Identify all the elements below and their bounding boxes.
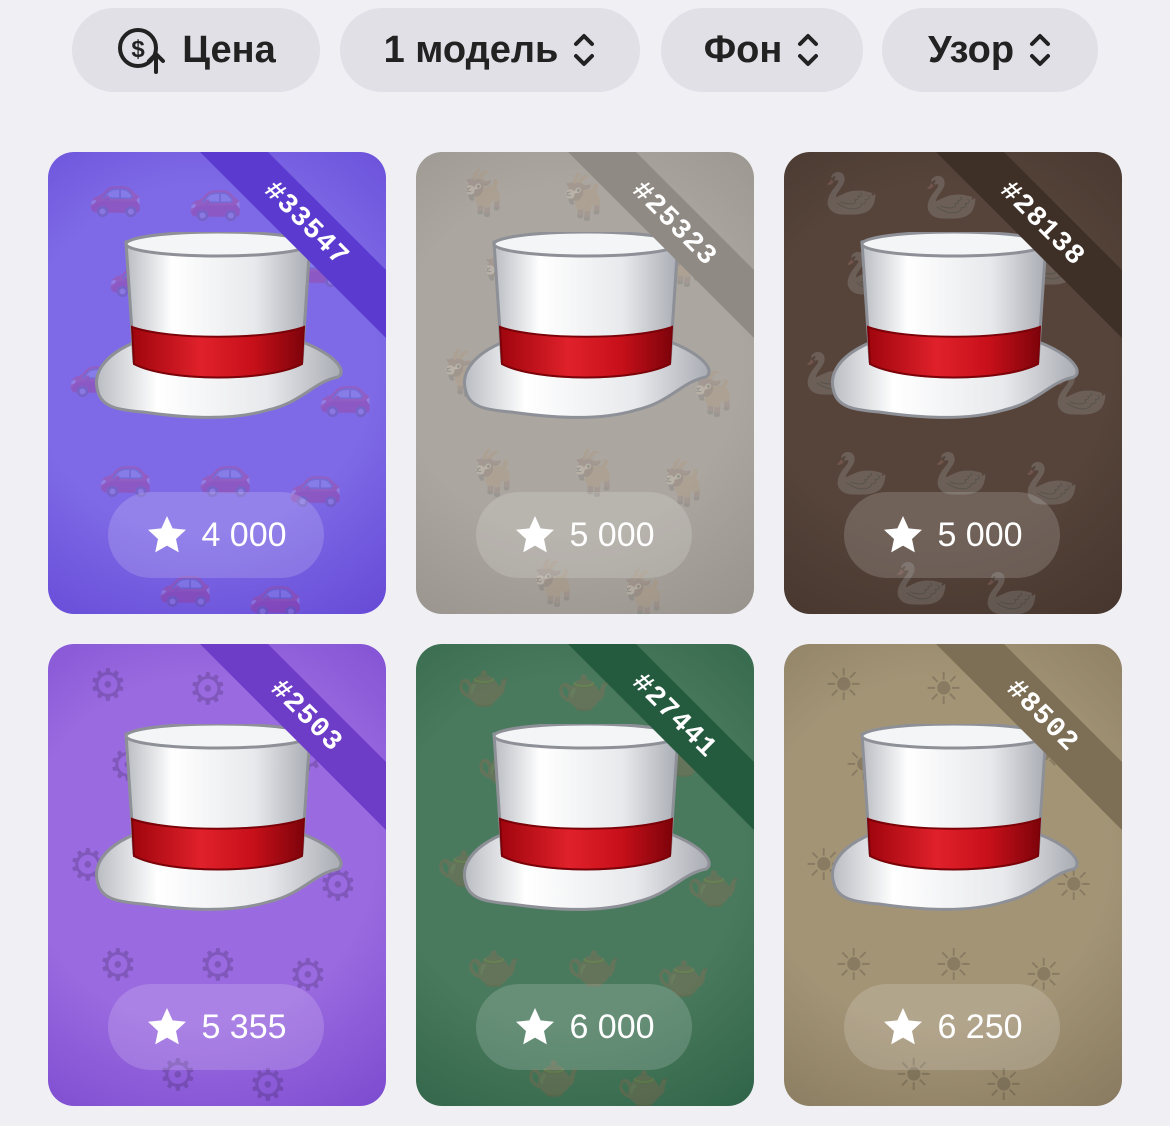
car-icon: 🚗 — [198, 449, 253, 498]
teapot-icon: 🫖 — [566, 941, 621, 990]
pattern-filter-chip[interactable]: Узор — [882, 8, 1098, 92]
price-filter-chip[interactable]: $ Цена — [72, 8, 320, 92]
gift-card[interactable]: ☀☀☀☀☀☀☀☀☀☀☀ #8502 6 250 — [784, 644, 1122, 1106]
price-value: 6 000 — [569, 1007, 655, 1046]
gift-card[interactable]: 🐐🐐🐐🐐🐐🐐🐐🐐🐐🐐🐐 #25323 5 000 — [416, 152, 754, 614]
star-icon — [148, 1008, 187, 1045]
gear-icon: ⚙ — [98, 941, 138, 990]
car-icon: 🚗 — [248, 569, 303, 615]
chevron-up-down-icon — [574, 34, 595, 66]
svg-text:$: $ — [132, 36, 146, 63]
pattern-filter-label: Узор — [927, 28, 1015, 71]
price-value: 5 000 — [937, 515, 1023, 554]
gear-icon: ⚙ — [88, 661, 128, 710]
background-filter-chip[interactable]: Фон — [661, 8, 863, 92]
sun-icon: ☀ — [824, 661, 864, 710]
gift-card[interactable]: 🚗🚗🚗🚗🚗🚗🚗🚗🚗🚗🚗 #33547 4 000 — [48, 152, 386, 614]
sun-icon: ☀ — [984, 1061, 1024, 1107]
top-hat-icon — [831, 724, 1079, 911]
swan-icon: 🦢 — [934, 449, 989, 498]
star-icon — [884, 516, 923, 553]
price-sort-icon: $ — [118, 28, 166, 74]
car-icon: 🚗 — [88, 169, 143, 218]
top-hat-icon — [95, 232, 343, 419]
chevron-up-down-icon — [798, 34, 819, 66]
gift-card[interactable]: 🦢🦢🦢🦢🦢🦢🦢🦢🦢🦢🦢 #28138 5 000 — [784, 152, 1122, 614]
sun-icon: ☀ — [934, 941, 974, 990]
star-icon — [884, 1008, 923, 1045]
gear-icon: ⚙ — [248, 1061, 288, 1107]
teapot-icon: 🫖 — [616, 1061, 671, 1107]
model-filter-label: 1 модель — [383, 28, 559, 71]
price-value: 5 000 — [569, 515, 655, 554]
background-filter-label: Фон — [703, 28, 783, 71]
swan-icon: 🦢 — [834, 449, 889, 498]
price-button[interactable]: 4 000 — [108, 492, 324, 578]
sun-icon: ☀ — [924, 665, 964, 714]
price-value: 4 000 — [201, 515, 287, 554]
teapot-icon: 🫖 — [456, 661, 511, 710]
gift-card[interactable]: ⚙⚙⚙⚙⚙⚙⚙⚙⚙⚙⚙ #2503 5 355 — [48, 644, 386, 1106]
price-button[interactable]: 6 000 — [476, 984, 692, 1070]
price-button[interactable]: 6 250 — [844, 984, 1060, 1070]
price-value: 5 355 — [201, 1007, 287, 1046]
top-hat-icon — [463, 232, 711, 419]
price-value: 6 250 — [937, 1007, 1023, 1046]
star-icon — [516, 516, 555, 553]
swan-icon: 🦢 — [984, 569, 1039, 615]
goat-icon: 🐐 — [456, 169, 511, 218]
car-icon: 🚗 — [98, 449, 153, 498]
goat-icon: 🐐 — [466, 449, 521, 498]
goat-icon: 🐐 — [566, 449, 621, 498]
top-hat-icon — [831, 232, 1079, 419]
star-icon — [148, 516, 187, 553]
chevron-up-down-icon — [1030, 34, 1051, 66]
price-button[interactable]: 5 355 — [108, 984, 324, 1070]
top-hat-icon — [463, 724, 711, 911]
gear-icon: ⚙ — [188, 665, 228, 714]
sun-icon: ☀ — [834, 941, 874, 990]
star-icon — [516, 1008, 555, 1045]
goat-icon: 🐐 — [616, 569, 671, 615]
filter-bar: $ Цена 1 модель Фон Узор — [0, 8, 1170, 92]
teapot-icon: 🫖 — [466, 941, 521, 990]
swan-icon: 🦢 — [824, 169, 879, 218]
top-hat-icon — [95, 724, 343, 911]
price-filter-label: Цена — [182, 28, 276, 71]
model-filter-chip[interactable]: 1 модель — [340, 8, 640, 92]
gift-card[interactable]: 🫖🫖🫖🫖🫖🫖🫖🫖🫖🫖🫖 #27441 6 000 — [416, 644, 754, 1106]
price-button[interactable]: 5 000 — [476, 492, 692, 578]
gear-icon: ⚙ — [198, 941, 238, 990]
price-button[interactable]: 5 000 — [844, 492, 1060, 578]
